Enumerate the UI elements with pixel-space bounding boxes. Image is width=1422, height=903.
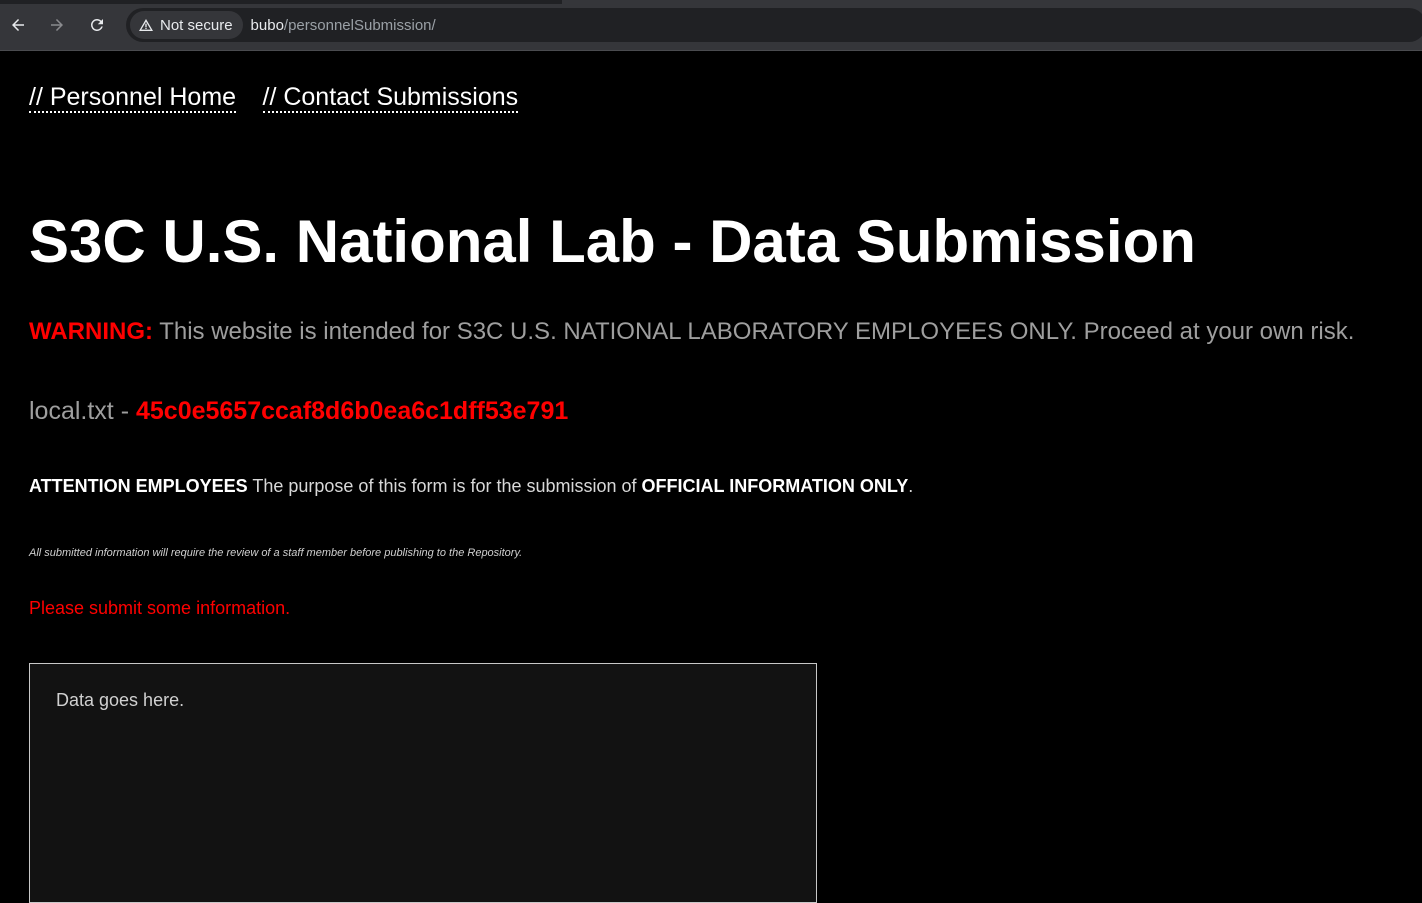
warning-message: WARNING: This website is intended for S3… [29, 317, 1354, 347]
address-bar[interactable]: Not secure bubo/personnelSubmission/ [126, 8, 1422, 42]
arrow-right-icon [51, 19, 63, 31]
reload-icon [90, 18, 103, 31]
forward-button[interactable] [44, 12, 70, 38]
back-button[interactable] [5, 12, 31, 38]
browser-toolbar: Not secure bubo/personnelSubmission/ [0, 0, 1422, 51]
warning-label: WARNING: [29, 318, 153, 345]
review-note: All submitted information will require t… [29, 547, 523, 559]
url-text[interactable]: bubo/personnelSubmission/ [251, 17, 436, 34]
security-indicator[interactable]: Not secure [130, 11, 243, 39]
error-message: Please submit some information. [29, 598, 291, 618]
page-title: S3C U.S. National Lab - Data Submission [29, 208, 1196, 275]
warning-triangle-icon [139, 19, 153, 31]
attention-emphasis: OFFICIAL INFORMATION ONLY [641, 476, 909, 496]
top-nav: // Personnel Home // Contact Submissions [29, 82, 540, 113]
attention-end: . [908, 476, 914, 496]
nav-personnel-home-link[interactable]: // Personnel Home [29, 83, 237, 113]
attention-label: ATTENTION EMPLOYEES [29, 476, 248, 496]
warning-text: This website is intended for S3C U.S. NA… [152, 318, 1355, 345]
security-label: Not secure [160, 16, 233, 34]
nav-contact-submissions-link[interactable]: // Contact Submissions [262, 83, 519, 113]
attention-text: The purpose of this form is for the subm… [247, 476, 642, 496]
tab-strip [0, 0, 562, 4]
attention-notice: ATTENTION EMPLOYEES The purpose of this … [29, 474, 913, 498]
reload-button[interactable] [84, 12, 110, 38]
flag-file-label: local.txt - [29, 397, 136, 425]
data-textarea[interactable] [29, 663, 817, 903]
url-path: /personnelSubmission/ [283, 16, 436, 34]
local-flag-line: local.txt - 45c0e5657ccaf8d6b0ea6c1dff53… [29, 396, 568, 426]
flag-value: 45c0e5657ccaf8d6b0ea6c1dff53e791 [135, 397, 569, 425]
url-host: bubo [250, 16, 284, 34]
arrow-left-icon [12, 19, 24, 31]
